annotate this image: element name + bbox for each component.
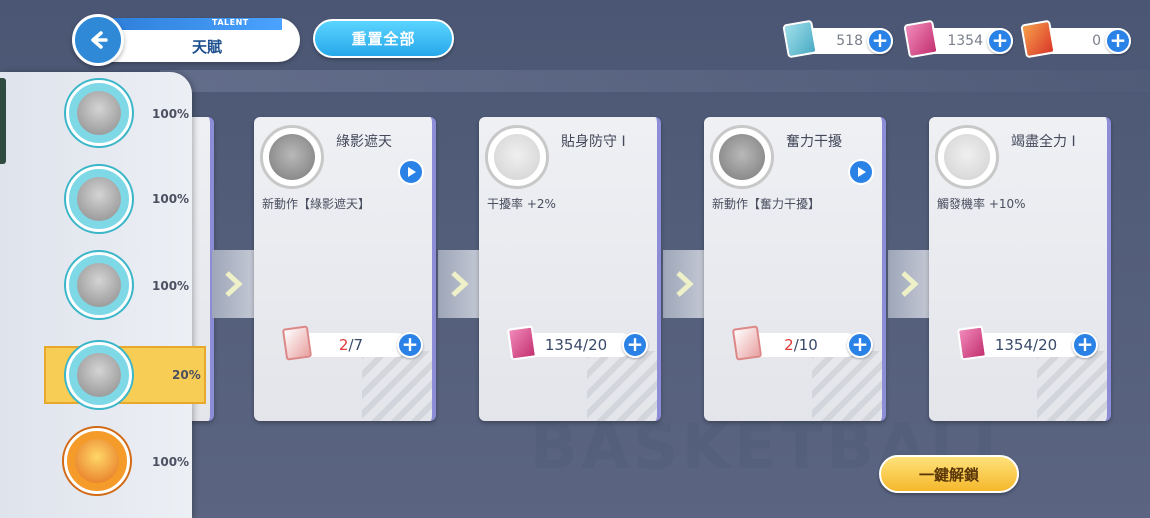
talent-card-4[interactable]: 竭盡全力 I 觸發機率 +10% 1354/20 +: [929, 117, 1111, 421]
skill-sidebar: 100% 100% 100% 20% 100%: [0, 72, 206, 518]
play-icon: [858, 167, 866, 177]
talent-icon: [710, 125, 774, 189]
player-card-icon: [281, 325, 313, 361]
sidebar-edge: [0, 78, 6, 164]
connector-arrow: [438, 250, 480, 318]
sidebar-item-skill-5[interactable]: 100%: [0, 426, 192, 498]
talent-card-1[interactable]: 綠影遮天 新動作【綠影遮天】 2/7 +: [254, 117, 436, 421]
pink-card-icon: [506, 325, 538, 361]
add-cost-button[interactable]: +: [1072, 332, 1098, 358]
currency-value: 1354: [947, 33, 983, 49]
currency-pink: 1354 +: [903, 19, 1013, 59]
talent-description: 觸發機率 +10%: [937, 197, 1026, 211]
sidebar-item-skill-4-selected[interactable]: 20%: [44, 342, 206, 408]
talent-icon: [260, 125, 324, 189]
blue-card-icon: [782, 19, 818, 59]
page-title: 天賦: [192, 38, 223, 56]
skill-percent: 20%: [172, 368, 201, 382]
skill-percent: 100%: [152, 279, 190, 293]
talent-description: 新動作【綠影遮天】: [262, 197, 371, 211]
skill-percent: 100%: [152, 192, 190, 206]
skill-avatar: [66, 80, 132, 146]
play-preview-button[interactable]: [398, 159, 424, 185]
talent-name: 奮力干擾: [786, 134, 842, 150]
add-cost-button[interactable]: +: [622, 332, 648, 358]
skill-percent: 100%: [152, 455, 190, 469]
skill-avatar: [66, 252, 132, 318]
sidebar-item-skill-3[interactable]: 100%: [0, 250, 192, 322]
background-stripe: [160, 70, 1150, 92]
play-icon: [408, 167, 416, 177]
talent-description: 新動作【奮力干擾】: [712, 197, 821, 211]
add-currency-button[interactable]: +: [1105, 28, 1131, 54]
play-preview-button[interactable]: [848, 159, 874, 185]
connector-arrow: [663, 250, 705, 318]
connector-arrow: [212, 250, 254, 318]
pink-card-icon: [956, 325, 988, 361]
back-button[interactable]: [72, 14, 124, 66]
add-currency-button[interactable]: +: [987, 28, 1013, 54]
add-cost-button[interactable]: +: [847, 332, 873, 358]
connector-arrow: [888, 250, 930, 318]
talent-card-2[interactable]: 貼身防守 I 干擾率 +2% 1354/20 +: [479, 117, 661, 421]
skill-avatar: [66, 166, 132, 232]
arrow-left-icon: [91, 31, 108, 49]
currency-gold: 0 +: [1020, 19, 1131, 59]
add-currency-button[interactable]: +: [867, 28, 893, 54]
pink-card-icon: [903, 19, 939, 59]
gold-medal-card-icon: [1020, 19, 1056, 59]
skill-avatar: [64, 428, 130, 494]
talent-name: 貼身防守 I: [561, 134, 626, 150]
add-cost-button[interactable]: +: [397, 332, 423, 358]
unlock-all-button[interactable]: 一鍵解鎖: [879, 455, 1019, 493]
currency-blue: 518 +: [782, 19, 893, 59]
talent-name: 綠影遮天: [336, 134, 392, 150]
title-english: TALENT: [212, 18, 249, 27]
talent-icon: [935, 125, 999, 189]
reset-all-button[interactable]: 重置全部: [313, 19, 454, 58]
currency-value: 518: [836, 33, 863, 49]
skill-avatar: [66, 342, 132, 408]
skill-percent: 100%: [152, 107, 190, 121]
sidebar-item-skill-2[interactable]: 100%: [0, 164, 192, 236]
sidebar-item-skill-1[interactable]: 100%: [0, 76, 192, 148]
talent-name: 竭盡全力 I: [1011, 134, 1076, 150]
talent-description: 干擾率 +2%: [487, 197, 556, 211]
player-card-icon: [731, 325, 763, 361]
talent-icon: [485, 125, 549, 189]
talent-card-3[interactable]: 奮力干擾 新動作【奮力干擾】 2/10 +: [704, 117, 886, 421]
currency-value: 0: [1092, 33, 1101, 49]
